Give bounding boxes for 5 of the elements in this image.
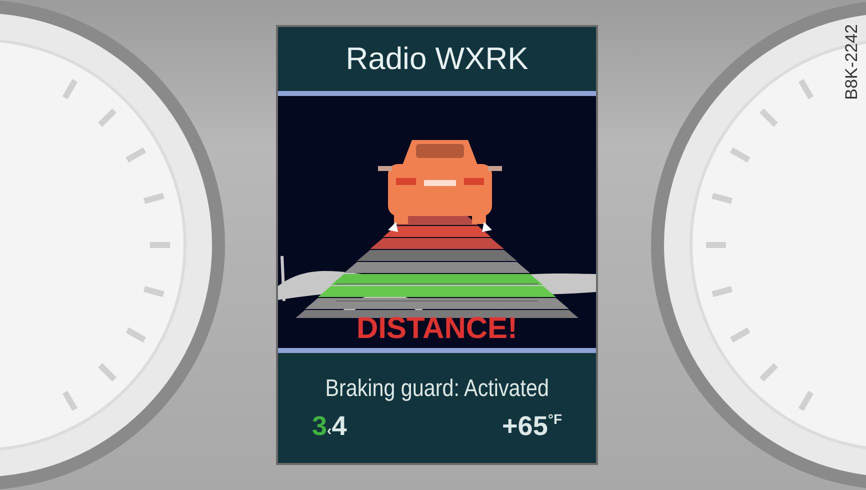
figure-label: B8K-2242 xyxy=(842,24,862,100)
display-title: Radio WXRK xyxy=(344,40,530,78)
distance-warning-text: DISTANCE! xyxy=(356,312,518,346)
braking-guard-status: Braking guard: Activated xyxy=(325,374,549,402)
gear-indicator: 3‹4 xyxy=(312,410,347,442)
